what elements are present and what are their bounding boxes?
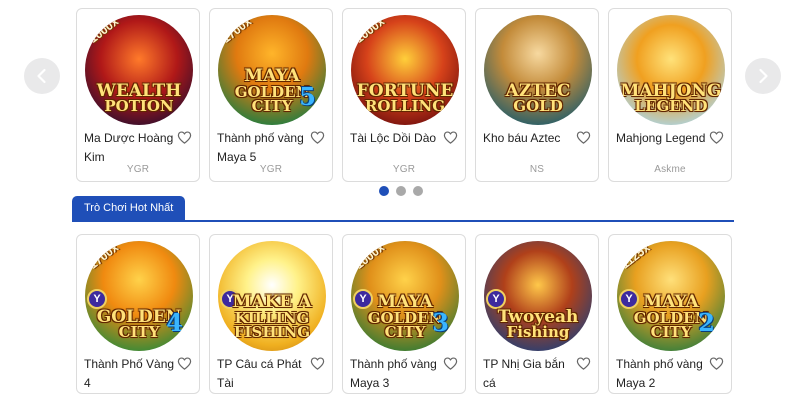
game-card[interactable]: MAHJONG LEGEND Mahjong Legend Askme <box>608 8 732 182</box>
game-logo-text: WEALTH POTION <box>85 82 193 115</box>
game-card[interactable]: 1000x WEALTH POTION Ma Dược Hoàng Kim YGR <box>76 8 200 182</box>
game-card[interactable]: 1700x MAYA GOLDEN CITY 5 Thành phố vàng Maya… <box>209 8 333 182</box>
heart-outline-icon[interactable] <box>709 130 724 145</box>
pagination-dot[interactable] <box>396 186 406 196</box>
game-thumbnail[interactable]: 1125x Y MAYA GOLDEN CITY 2 <box>617 241 725 351</box>
game-thumbnail[interactable]: 1700x Y GOLDEN CITY 4 <box>85 241 193 351</box>
provider-logo-icon: Y <box>486 289 506 309</box>
chevron-left-icon <box>37 68 46 84</box>
game-name[interactable]: Tài Lộc Dồi Dào <box>350 129 446 148</box>
game-card[interactable]: AZTEC GOLD Kho báu Aztec NS <box>475 8 599 182</box>
carousel-row: 1000x WEALTH POTION Ma Dược Hoàng Kim YGR 170… <box>76 8 732 182</box>
game-card[interactable]: 1700x Y GOLDEN CITY 4 Thành Phố Vàng 4 <box>76 234 200 394</box>
pagination-dot[interactable] <box>413 186 423 196</box>
game-thumbnail[interactable]: 1000x WEALTH POTION <box>85 15 193 125</box>
game-logo-line: ROLLING <box>364 96 446 115</box>
game-provider: YGR <box>259 164 283 175</box>
heart-outline-icon[interactable] <box>443 356 458 371</box>
multiplier-badge: 1125x <box>618 241 653 272</box>
game-card[interactable]: 1000x Y MAYA GOLDEN CITY 3 Thành phố vàng May… <box>342 234 466 394</box>
heart-outline-icon[interactable] <box>576 356 591 371</box>
game-logo-text: Twoyeah Fishing <box>484 308 592 339</box>
multiplier-badge: 1000x <box>86 15 122 46</box>
heart-outline-icon[interactable] <box>443 130 458 145</box>
heart-outline-icon[interactable] <box>576 130 591 145</box>
game-logo-text: FORTUNE ROLLING <box>351 82 459 115</box>
game-thumbnail[interactable]: 1700x MAYA GOLDEN CITY 5 <box>218 15 326 125</box>
chevron-right-icon <box>759 68 768 84</box>
game-name[interactable]: Mahjong Legend <box>616 129 712 148</box>
pagination-dot[interactable] <box>379 186 389 196</box>
game-card[interactable]: 1125x Y MAYA GOLDEN CITY 2 Thành phố vàng May… <box>608 234 732 394</box>
sequel-number: 3 <box>432 308 449 337</box>
game-name[interactable]: Thành Phố Vàng 4 <box>84 355 180 393</box>
game-card[interactable]: Y Twoyeah Fishing TP Nhị Gia bắn cá <box>475 234 599 394</box>
game-thumbnail[interactable]: AZTEC GOLD <box>484 15 592 125</box>
multiplier-badge: 1000x <box>352 15 388 46</box>
game-thumbnail[interactable]: Y MAKE A KILLING FISHING <box>218 241 326 351</box>
game-logo-line: FISHING <box>233 322 311 341</box>
heart-outline-icon[interactable] <box>310 356 325 371</box>
carousel-pagination <box>379 186 423 196</box>
sequel-number: 4 <box>166 308 183 337</box>
game-logo-text: MAKE A KILLING FISHING <box>218 294 326 341</box>
game-provider: Askme <box>654 164 686 175</box>
game-name[interactable]: TP Nhị Gia bắn cá <box>483 355 579 393</box>
hot-games-row: 1700x Y GOLDEN CITY 4 Thành Phố Vàng 4 Y MAKE A… <box>76 234 732 394</box>
game-name[interactable]: Ma Dược Hoàng Kim <box>84 129 180 167</box>
multiplier-badge: 1000x <box>352 241 388 272</box>
section-title-tab[interactable]: Trò Chơi Hot Nhất <box>72 196 186 220</box>
game-logo-line: GOLD <box>513 96 563 115</box>
provider-logo-icon: Y <box>87 289 107 309</box>
game-name[interactable]: Kho báu Aztec <box>483 129 579 148</box>
multiplier-badge: 1700x <box>86 241 122 272</box>
sequel-number: 2 <box>698 308 715 337</box>
carousel-next-button[interactable] <box>745 58 781 94</box>
heart-outline-icon[interactable] <box>310 130 325 145</box>
game-thumbnail[interactable]: 1000x Y MAYA GOLDEN CITY 3 <box>351 241 459 351</box>
game-name[interactable]: TP Câu cá Phát Tài <box>217 355 313 393</box>
game-logo-line: POTION <box>104 96 174 115</box>
game-card[interactable]: 1000x FORTUNE ROLLING Tài Lộc Dồi Dào YGR <box>342 8 466 182</box>
game-card[interactable]: Y MAKE A KILLING FISHING TP Câu cá Phát Tài <box>209 234 333 394</box>
section-header: Trò Chơi Hot Nhất <box>72 196 734 222</box>
heart-outline-icon[interactable] <box>177 356 192 371</box>
heart-outline-icon[interactable] <box>177 130 192 145</box>
heart-outline-icon[interactable] <box>709 356 724 371</box>
multiplier-badge: 1700x <box>219 15 255 46</box>
game-provider: NS <box>529 164 545 175</box>
sequel-number: 5 <box>299 82 316 111</box>
game-thumbnail[interactable]: MAHJONG LEGEND <box>617 15 725 125</box>
game-name[interactable]: Thành phố vàng Maya 3 <box>350 355 446 393</box>
game-name[interactable]: Thành phố vàng Maya 2 <box>616 355 712 393</box>
carousel-prev-button[interactable] <box>24 58 60 94</box>
game-provider: YGR <box>392 164 416 175</box>
game-name[interactable]: Thành phố vàng Maya 5 <box>217 129 313 167</box>
game-logo-text: MAHJONG LEGEND <box>617 82 725 113</box>
game-thumbnail[interactable]: 1000x FORTUNE ROLLING <box>351 15 459 125</box>
game-provider: YGR <box>126 164 150 175</box>
game-logo-text: AZTEC GOLD <box>484 82 592 115</box>
game-thumbnail[interactable]: Y Twoyeah Fishing <box>484 241 592 351</box>
